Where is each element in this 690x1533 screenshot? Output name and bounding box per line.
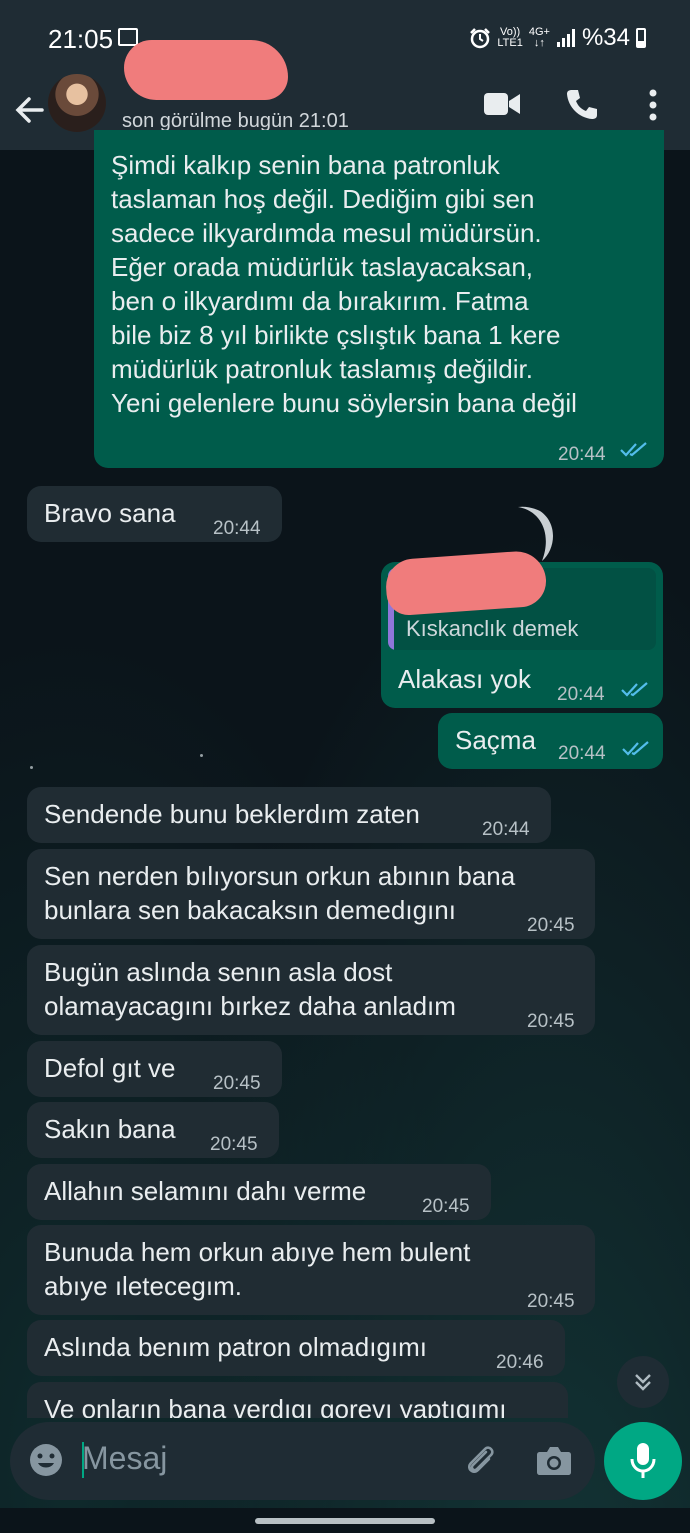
contact-name-redaction — [124, 40, 288, 100]
scroll-to-bottom-button[interactable] — [617, 1356, 669, 1408]
message-incoming[interactable]: Sendende bunu beklerdım zaten 20:44 — [27, 787, 551, 843]
message-text: Defol gıt ve — [44, 1053, 176, 1083]
gallery-notification-icon — [118, 28, 138, 46]
volte-indicator: Vo)) LTE1 — [497, 26, 523, 49]
message-time: 20:45 — [527, 915, 575, 936]
message-incoming-partial[interactable]: Ve onların bana verdıgı gorevı yaptıgımı — [27, 1382, 568, 1418]
message-text: Saçma — [455, 725, 536, 755]
camera-icon[interactable] — [536, 1444, 572, 1476]
message-text: Bugün aslında senın asla dost olamayacag… — [44, 957, 456, 1021]
message-incoming[interactable]: Sen nerden bılıyorsun orkun abının bana … — [27, 849, 595, 939]
message-time: 20:44 — [558, 743, 606, 764]
phone-icon[interactable] — [566, 88, 598, 120]
message-clip: Ve onların bana verdıgı gorevı yaptıgımı — [27, 1382, 568, 1418]
message-text: Aslında benım patron olmadıgımı — [44, 1332, 427, 1362]
message-text: Sen nerden bılıyorsun orkun abının bana … — [44, 861, 516, 925]
emoji-icon[interactable] — [28, 1442, 64, 1478]
message-outgoing[interactable]: Saçma 20:44 — [438, 713, 663, 769]
voice-message-button[interactable] — [604, 1422, 682, 1500]
wallpaper-star — [200, 754, 203, 757]
message-time: 20:45 — [527, 1011, 575, 1032]
network-type-indicator: 4G+ ↓↑ — [528, 26, 550, 49]
message-incoming[interactable]: Bunuda hem orkun abıye hem bulent abıye … — [27, 1225, 595, 1315]
message-text: Şimdi kalkıp senin bana patronluk taslam… — [111, 150, 577, 418]
quoted-sender-redaction — [384, 549, 548, 617]
message-input[interactable]: Mesaj — [82, 1440, 167, 1477]
message-outgoing[interactable]: Şimdi kalkıp senin bana patronluk taslam… — [94, 130, 664, 468]
message-incoming[interactable]: Bugün aslında senın asla dost olamayacag… — [27, 945, 595, 1035]
alarm-icon — [470, 28, 491, 49]
message-text: Bunuda hem orkun abıye hem bulent abıye … — [44, 1237, 471, 1301]
message-composer: Mesaj — [10, 1422, 595, 1500]
message-time: 20:44 — [557, 684, 605, 705]
video-camera-icon[interactable] — [484, 92, 520, 116]
status-indicators: Vo)) LTE1 4G+ ↓↑ %34 — [469, 24, 646, 52]
read-receipt-icon — [622, 741, 649, 756]
battery-percent: %34 — [581, 24, 630, 51]
read-receipt-icon — [621, 682, 648, 697]
quoted-text: Kıskanclık demek — [406, 616, 579, 641]
message-incoming[interactable]: Defol gıt ve 20:45 — [27, 1041, 282, 1097]
message-text: Allahın selamını dahı verme — [44, 1176, 367, 1206]
signal-icon — [556, 29, 575, 47]
avatar[interactable] — [48, 74, 106, 132]
message-time: 20:45 — [527, 1291, 575, 1312]
system-nav-bar — [0, 1508, 690, 1533]
message-incoming[interactable]: Bravo sana 20:44 — [27, 486, 282, 542]
status-bar: 21:05 Vo)) LTE1 4G+ ↓↑ %34 — [0, 0, 690, 80]
message-incoming[interactable]: Aslında benım patron olmadıgımı 20:46 — [27, 1320, 565, 1376]
status-time: 21:05 — [48, 24, 114, 54]
message-time: 20:44 — [213, 518, 261, 539]
arrow-left-icon[interactable] — [12, 92, 48, 128]
message-time: 20:45 — [213, 1073, 261, 1094]
message-time: 20:45 — [210, 1134, 258, 1155]
message-text: Alakası yok — [398, 664, 531, 694]
message-incoming[interactable]: Allahın selamını dahı verme 20:45 — [27, 1164, 491, 1220]
more-vertical-icon[interactable] — [646, 88, 660, 122]
home-gesture-handle[interactable] — [255, 1518, 435, 1524]
message-text: Ve onların bana verdıgı gorevı yaptıgımı — [44, 1394, 507, 1418]
message-time: 20:44 — [482, 819, 530, 840]
message-text: Sakın bana — [44, 1114, 176, 1144]
read-receipt-icon — [620, 442, 647, 457]
message-text: Sendende bunu beklerdım zaten — [44, 799, 420, 829]
battery-icon — [636, 28, 646, 48]
message-time: 20:45 — [422, 1196, 470, 1217]
wallpaper-star — [30, 766, 33, 769]
paperclip-icon[interactable] — [462, 1442, 498, 1478]
message-text: Bravo sana — [44, 498, 176, 528]
message-time: 20:46 — [496, 1352, 544, 1373]
message-incoming[interactable]: Sakın bana 20:45 — [27, 1102, 279, 1158]
chevron-double-down-icon — [635, 1374, 651, 1391]
message-time: 20:44 — [558, 444, 606, 465]
microphone-icon — [630, 1443, 656, 1478]
